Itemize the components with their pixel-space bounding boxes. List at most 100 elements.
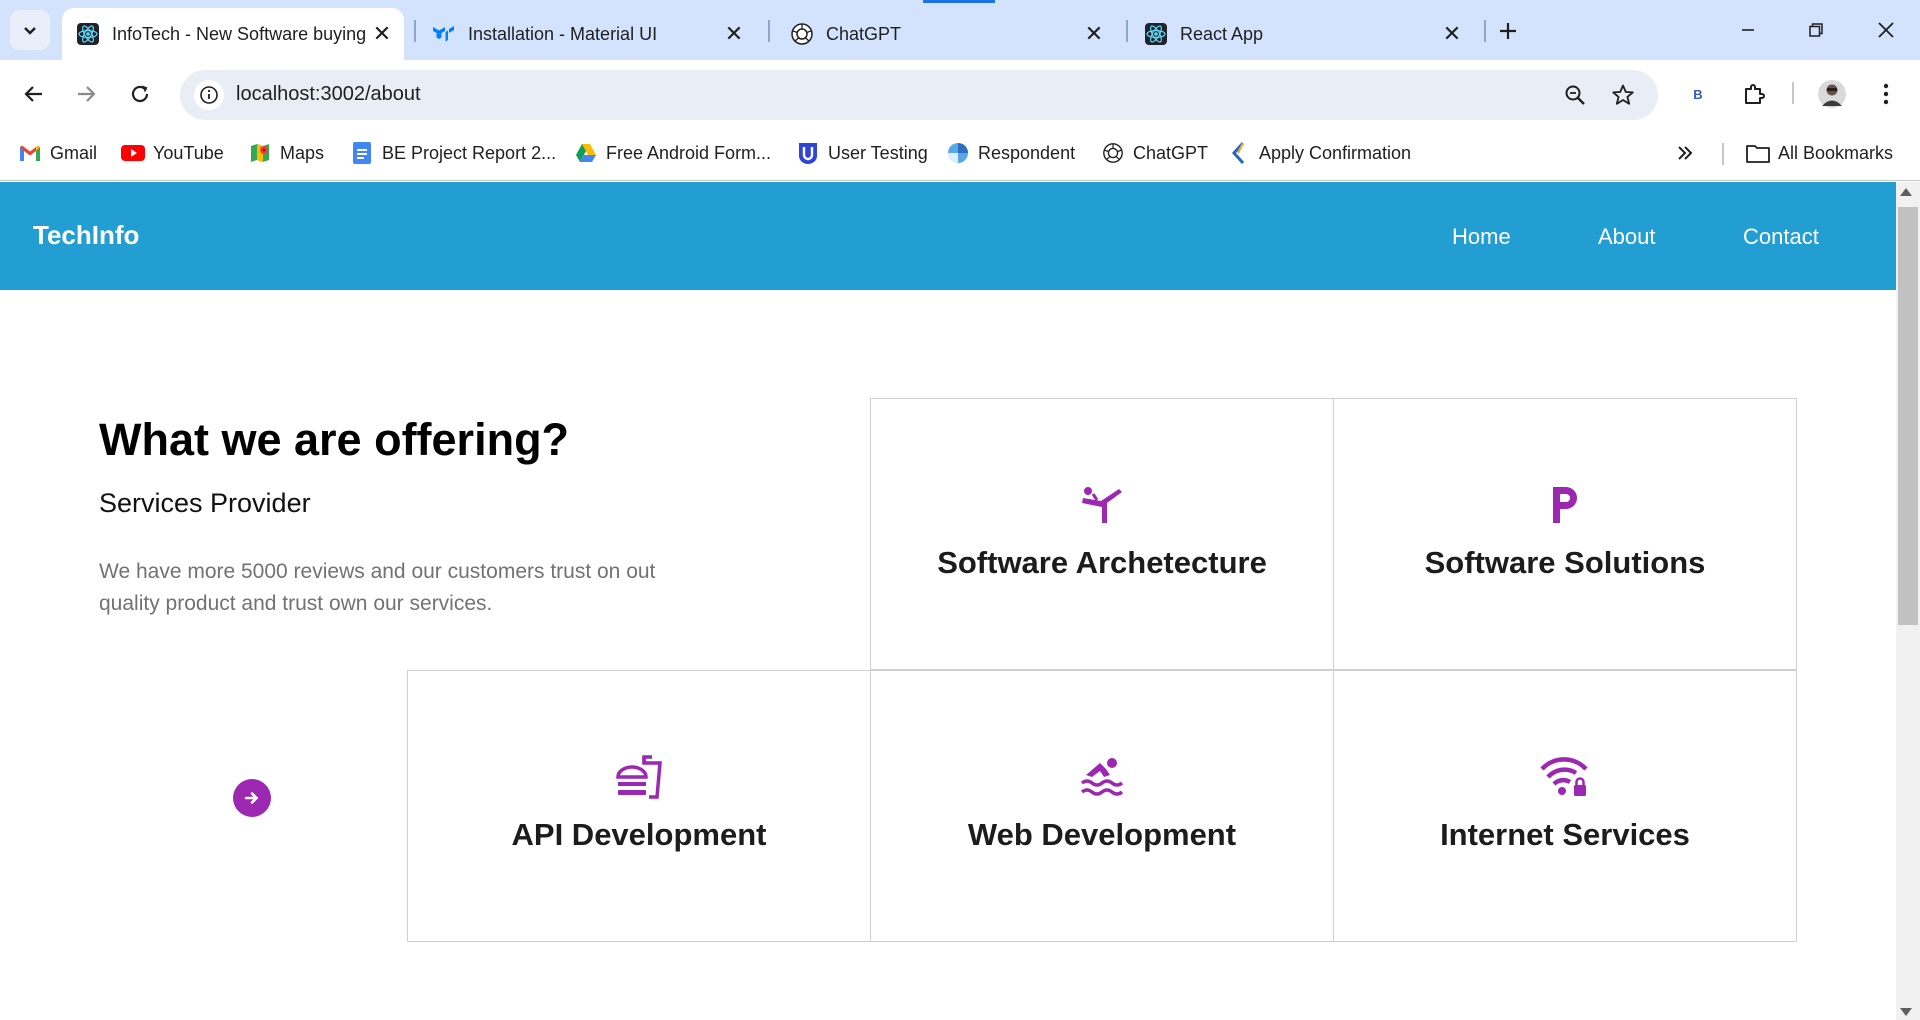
close-icon[interactable]: ✕ — [1080, 20, 1108, 48]
bookmark-label: Maps — [280, 142, 325, 163]
chatgpt-icon — [790, 22, 814, 46]
site-info-icon[interactable] — [194, 80, 224, 110]
bookmark-label: Apply Confirmation — [1259, 142, 1412, 163]
bookmarks-divider — [1722, 143, 1724, 165]
service-card-api-development[interactable]: API Development — [407, 670, 871, 942]
tab-title: InfoTech - New Software buying — [112, 23, 367, 44]
bookmark-be-project-report[interactable]: BE Project Report 2... — [350, 138, 556, 168]
page-subtitle: Services Provider — [99, 488, 311, 518]
reload-button[interactable] — [120, 74, 160, 114]
mui-icon — [432, 22, 456, 46]
site-brand[interactable]: TechInfo — [33, 220, 139, 251]
browser-menu-button[interactable] — [1866, 74, 1906, 114]
bookmark-star-icon[interactable] — [1608, 80, 1638, 110]
new-tab-button[interactable] — [1492, 15, 1524, 47]
react-icon — [76, 22, 100, 46]
address-url[interactable]: localhost:3002/about — [236, 83, 421, 106]
scrollbar-thumb[interactable] — [1898, 207, 1918, 625]
service-title: Software Solutions — [1424, 545, 1706, 580]
bookmark-label: User Testing — [828, 142, 928, 163]
tab-chatgpt[interactable]: ChatGPT ✕ — [776, 8, 1116, 60]
page-viewport: TechInfo Home About Contact What we are … — [0, 182, 1896, 1020]
tab-loading-indicator — [923, 0, 995, 3]
bookmark-free-android-form[interactable]: Free Android Form... — [574, 138, 771, 168]
chevron-down-icon — [24, 27, 36, 35]
apply-icon — [1227, 141, 1251, 165]
all-bookmarks-label: All Bookmarks — [1778, 142, 1894, 163]
zoom-icon[interactable] — [1560, 80, 1590, 110]
browser-toolbar: localhost:3002/about B — [0, 60, 1920, 128]
service-card-web-development[interactable]: Web Development — [870, 670, 1334, 942]
docs-icon — [350, 141, 374, 165]
tab-search-button[interactable] — [10, 10, 50, 50]
all-bookmarks-button[interactable]: All Bookmarks — [1746, 138, 1893, 168]
chatgpt-icon — [1101, 141, 1125, 165]
scroll-down-arrow[interactable] — [1900, 1008, 1912, 1016]
next-button[interactable] — [233, 779, 271, 817]
minimize-icon — [1742, 29, 1754, 31]
puzzle-icon — [1745, 84, 1765, 104]
address-bar[interactable]: localhost:3002/about — [180, 70, 1658, 120]
page-description: We have more 5000 reviews and our custom… — [99, 560, 656, 615]
youtube-icon — [121, 141, 145, 165]
tab-react-app[interactable]: React App ✕ — [1130, 8, 1474, 60]
pool-icon — [871, 755, 1333, 799]
extension-b-icon: B — [1693, 86, 1703, 102]
profile-button[interactable] — [1812, 74, 1852, 114]
nav-link-home[interactable]: Home — [1452, 224, 1511, 250]
bookmark-label: YouTube — [153, 142, 224, 163]
folder-icon — [1746, 141, 1770, 165]
arrow-right-icon — [244, 792, 259, 804]
restore-icon — [1809, 23, 1823, 37]
bookmark-youtube[interactable]: YouTube — [121, 138, 224, 168]
tab-title: Installation - Material UI — [468, 23, 658, 44]
forward-button[interactable] — [66, 74, 106, 114]
bookmark-gmail[interactable]: Gmail — [18, 138, 97, 168]
service-title: Internet Services — [1440, 817, 1690, 852]
extensions-button[interactable] — [1734, 74, 1774, 114]
minimize-button[interactable] — [1720, 10, 1776, 50]
respondent-icon — [946, 141, 970, 165]
plus-icon — [1500, 23, 1516, 39]
back-button[interactable] — [14, 74, 54, 114]
more-bookmarks-button[interactable] — [1676, 138, 1694, 168]
nav-link-contact[interactable]: Contact — [1743, 224, 1819, 250]
close-icon[interactable]: ✕ — [368, 20, 396, 48]
gmail-icon — [18, 141, 42, 165]
close-icon — [1878, 22, 1894, 38]
tab-divider — [414, 20, 416, 42]
bookmark-user-testing[interactable]: User Testing — [796, 138, 928, 168]
nav-link-about[interactable]: About — [1598, 224, 1656, 250]
chevron-double-right-icon — [1678, 146, 1693, 160]
bookmark-maps[interactable]: Maps — [248, 138, 324, 168]
fastfood-icon — [408, 755, 870, 799]
wifi-lock-icon — [1334, 755, 1796, 799]
usertesting-icon — [796, 141, 820, 165]
tab-material-ui[interactable]: Installation - Material UI ✕ — [418, 8, 756, 60]
more-vertical-icon — [1883, 83, 1889, 105]
service-title: Web Development — [967, 817, 1237, 852]
bookmark-label: Free Android Form... — [606, 142, 772, 163]
service-title: API Development — [511, 817, 767, 852]
bookmarks-bar: Gmail YouTube Maps BE Project Report 2..… — [0, 128, 1920, 181]
close-icon[interactable]: ✕ — [1438, 20, 1466, 48]
extension-b-button[interactable]: B — [1678, 74, 1718, 114]
tab-divider — [1126, 20, 1128, 42]
close-icon[interactable]: ✕ — [720, 20, 748, 48]
service-card-software-solutions[interactable]: Software Solutions — [1333, 398, 1797, 670]
service-title: Software Archetecture — [937, 545, 1267, 580]
service-card-internet-services[interactable]: Internet Services — [1333, 670, 1797, 942]
reload-icon — [131, 85, 149, 103]
arrow-right-icon — [78, 86, 96, 102]
bookmark-respondent[interactable]: Respondent — [946, 138, 1075, 168]
scroll-up-arrow[interactable] — [1900, 188, 1912, 196]
bookmark-chatgpt[interactable]: ChatGPT — [1101, 138, 1208, 168]
restore-button[interactable] — [1788, 10, 1844, 50]
close-window-button[interactable] — [1858, 10, 1914, 50]
bookmark-label: Respondent — [978, 142, 1076, 163]
tab-infotech[interactable]: InfoTech - New Software buying ✕ — [62, 8, 404, 60]
bookmark-apply-confirmation[interactable]: Apply Confirmation — [1227, 138, 1411, 168]
tab-divider — [1484, 20, 1486, 42]
toolbar-divider — [1792, 82, 1794, 104]
service-card-software-architecture[interactable]: Software Archetecture — [870, 398, 1334, 670]
